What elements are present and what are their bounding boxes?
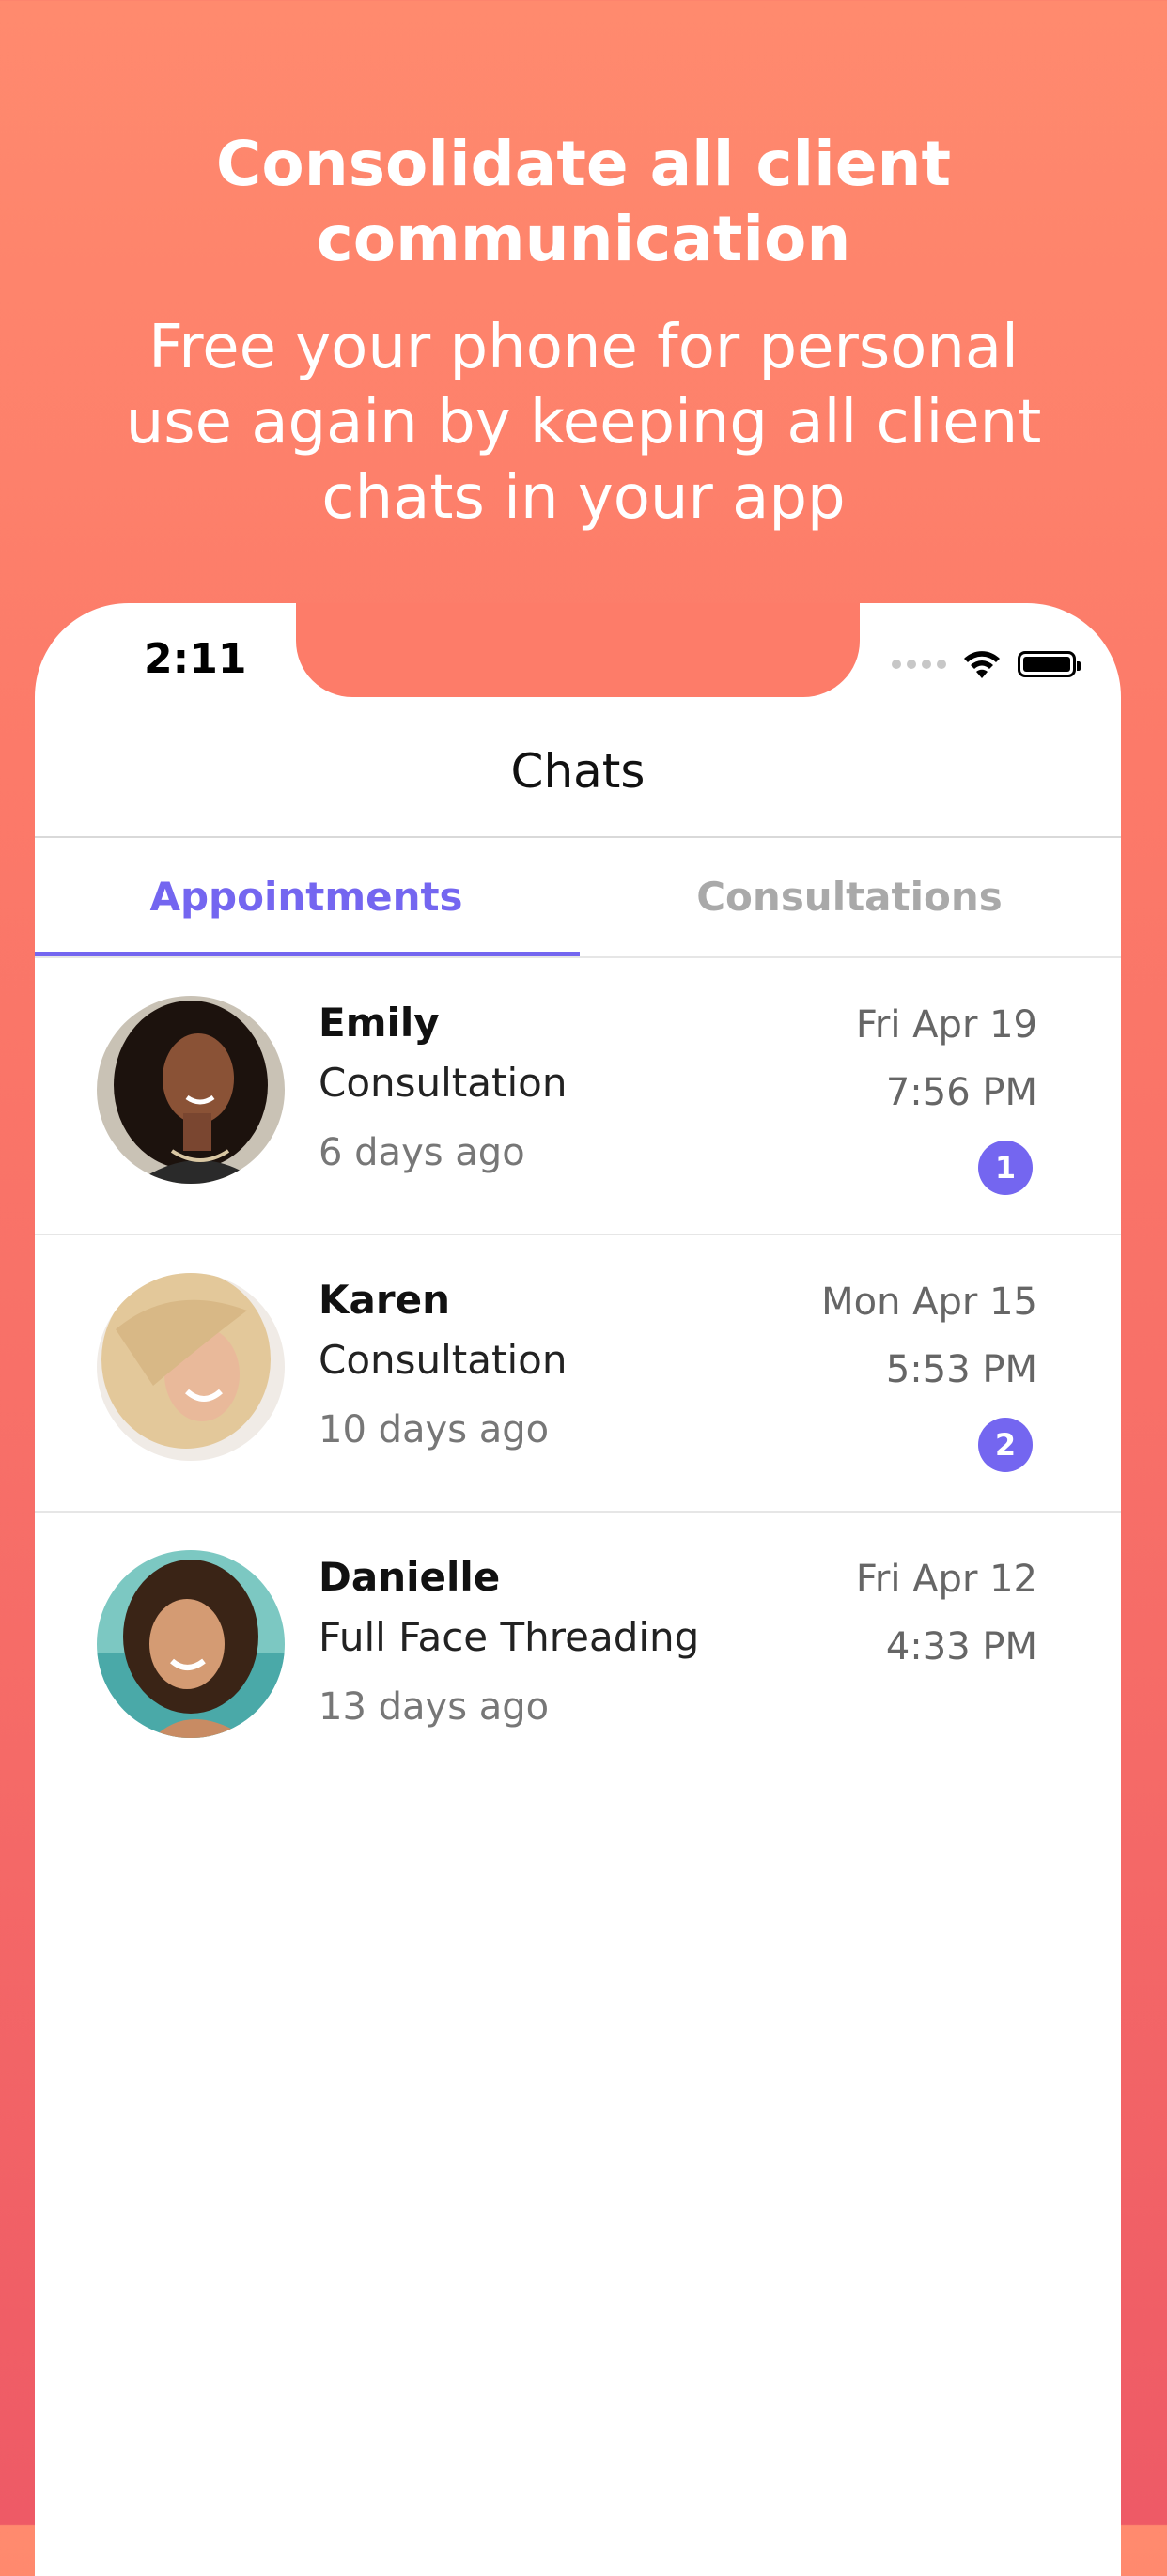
chat-item-karen[interactable]: Karen Consultation 10 days ago Mon Apr 1…	[35, 1235, 1121, 1513]
chat-list: Emily Consultation 6 days ago Fri Apr 19…	[35, 958, 1121, 1788]
chat-date: Mon Apr 15	[821, 1280, 1037, 1324]
chat-time: 7:56 PM	[885, 1071, 1037, 1114]
chat-item-emily[interactable]: Emily Consultation 6 days ago Fri Apr 19…	[35, 958, 1121, 1235]
chat-relative-time: 10 days ago	[319, 1408, 550, 1451]
chat-name: Emily	[319, 1000, 440, 1046]
wifi-icon	[964, 651, 1000, 678]
unread-badge: 2	[978, 1418, 1033, 1472]
chat-time: 5:53 PM	[885, 1348, 1037, 1391]
status-time: 2:11	[144, 635, 247, 683]
chat-name: Danielle	[319, 1554, 501, 1600]
chat-relative-time: 6 days ago	[319, 1131, 525, 1174]
battery-icon	[1018, 651, 1081, 677]
chat-time: 4:33 PM	[885, 1625, 1037, 1668]
marketing-subline: Free your phone for personal use again b…	[125, 313, 1042, 533]
phone-notch	[296, 603, 860, 697]
tab-appointments[interactable]: Appointments	[35, 838, 578, 955]
chat-item-danielle[interactable]: Danielle Full Face Threading 13 days ago…	[35, 1513, 1121, 1788]
signal-icon	[892, 660, 946, 669]
avatar	[97, 1273, 285, 1461]
avatar	[97, 996, 285, 1184]
chat-service: Consultation	[319, 1060, 568, 1106]
chat-service: Full Face Threading	[319, 1614, 700, 1660]
chat-relative-time: 13 days ago	[319, 1685, 550, 1729]
tab-consultations[interactable]: Consultations	[578, 838, 1121, 955]
chat-date: Fri Apr 12	[855, 1558, 1037, 1601]
chat-name: Karen	[319, 1277, 450, 1323]
tab-bar: Appointments Consultations	[35, 838, 1121, 956]
avatar	[97, 1550, 285, 1738]
chat-service: Consultation	[319, 1337, 568, 1383]
status-icons	[892, 648, 1081, 680]
nav-title: Chats	[510, 744, 646, 799]
marketing-headline: Consolidate all client communication	[215, 128, 952, 275]
unread-badge: 1	[978, 1141, 1033, 1195]
phone-screen: 2:11 Chats Appointments Consultations Em…	[35, 603, 1121, 2576]
chat-date: Fri Apr 19	[855, 1003, 1037, 1047]
